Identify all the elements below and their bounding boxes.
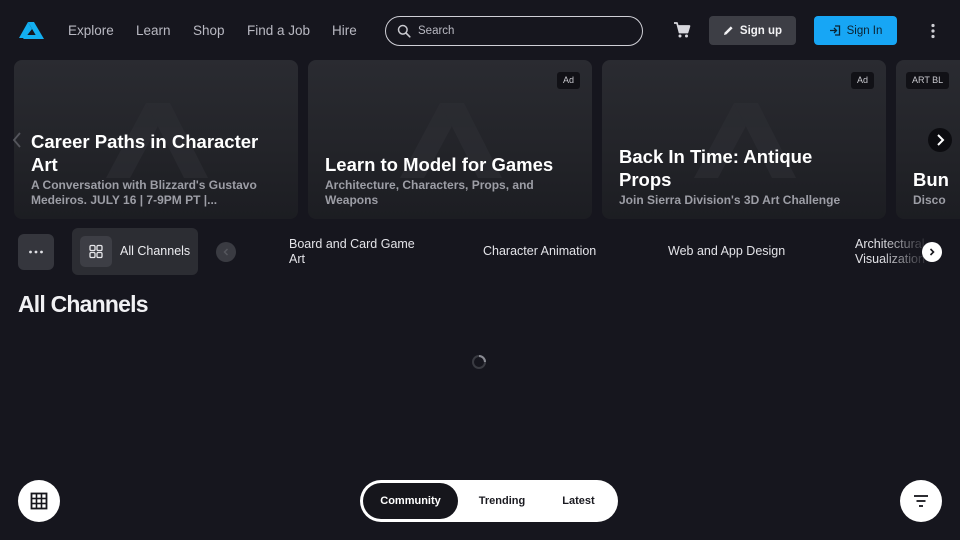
card-subtitle: A Conversation with Blizzard's Gustavo M… [31, 178, 257, 207]
filter-icon [914, 495, 928, 507]
chevron-left-icon [223, 248, 229, 256]
tab-trending[interactable]: Trending [463, 483, 541, 519]
channels-prev-button[interactable] [216, 242, 236, 262]
layout-grid-button[interactable] [18, 480, 60, 522]
cart-icon[interactable] [673, 21, 691, 39]
channel-all-channels[interactable]: All Channels [72, 228, 198, 275]
sign-up-button[interactable]: Sign up [709, 16, 796, 45]
carousel-card-learn-to-model[interactable]: Ad Learn to Model for Games Architecture… [308, 60, 592, 219]
card-title: Career Paths in Character Art [31, 131, 259, 175]
tab-latest[interactable]: Latest [542, 483, 615, 519]
top-nav: Explore Learn Shop Find a Job Hire Sign … [0, 0, 960, 62]
channels-more-button[interactable] [18, 234, 54, 270]
more-options-icon[interactable] [926, 22, 940, 40]
chevron-right-icon [929, 248, 935, 256]
sign-in-icon [829, 25, 840, 36]
channel-architectural-visualization[interactable]: Architectural Visualization [855, 237, 960, 269]
carousel-card-back-in-time[interactable]: Ad Back In Time: Antique Props Join Sier… [602, 60, 886, 219]
sign-up-label: Sign up [739, 24, 783, 37]
carousel-prev-icon[interactable] [11, 131, 23, 149]
sign-in-label: Sign In [846, 24, 883, 37]
channel-web-and-app-design[interactable]: Web and App Design [668, 244, 785, 259]
card-subtitle: Architecture, Characters, Props, and Wea… [325, 178, 534, 207]
ad-badge: Ad [851, 72, 875, 89]
grid-layout-icon [30, 492, 48, 510]
carousel-next-button[interactable] [928, 128, 952, 152]
search-icon [397, 24, 411, 38]
channels-next-button[interactable] [922, 242, 942, 262]
page: Explore Learn Shop Find a Job Hire Sign … [0, 0, 960, 540]
chevron-right-icon [937, 134, 945, 146]
carousel-card-career-paths[interactable]: Career Paths in Character Art A Conversa… [14, 60, 298, 219]
card-title: Bun [913, 169, 949, 190]
ellipsis-icon [29, 250, 43, 254]
nav-explore[interactable]: Explore [68, 23, 114, 38]
nav-shop[interactable]: Shop [193, 23, 225, 38]
card-tag: ART BL [906, 72, 950, 89]
card-title: Back In Time: Antique Props [619, 146, 813, 190]
grid-icon-tile [80, 236, 112, 267]
tab-community[interactable]: Community [363, 483, 458, 519]
sign-in-button[interactable]: Sign In [814, 16, 897, 45]
grid-icon [89, 244, 103, 259]
card-subtitle: Join Sierra Division's 3D Art Challenge [619, 193, 841, 207]
loading-spinner-icon [472, 355, 486, 369]
ad-badge: Ad [557, 72, 581, 89]
card-subtitle: Disco [913, 193, 946, 207]
filter-button[interactable] [900, 480, 942, 522]
nav-find-a-job[interactable]: Find a Job [247, 23, 310, 38]
channel-character-animation[interactable]: Character Animation [483, 244, 596, 259]
card-title: Learn to Model for Games [325, 154, 554, 175]
nav-learn[interactable]: Learn [136, 23, 171, 38]
nav-hire[interactable]: Hire [332, 23, 357, 38]
feed-tabs: Community Trending Latest [360, 480, 618, 522]
page-title: All Channels [18, 291, 149, 317]
all-channels-label: All Channels [120, 244, 191, 258]
search-box[interactable] [385, 16, 643, 46]
search-input[interactable] [418, 22, 628, 40]
pencil-icon [723, 26, 733, 35]
artstation-logo-icon[interactable] [17, 18, 45, 42]
channel-board-and-card-game-art[interactable]: Board and Card Game Art [289, 237, 429, 267]
